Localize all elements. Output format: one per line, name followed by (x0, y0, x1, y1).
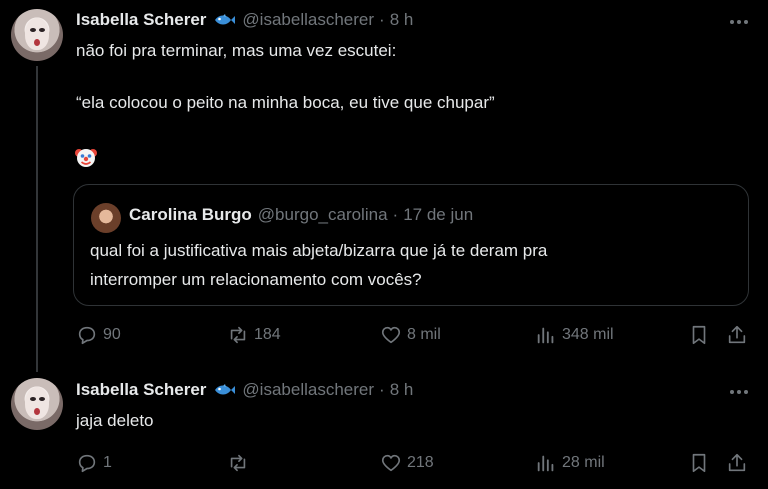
bookmark-icon (692, 453, 706, 473)
retweet-button[interactable] (227, 452, 254, 474)
quote-text-line: interromper um relacionamento com vocês? (90, 270, 422, 289)
bookmark-button[interactable] (688, 324, 710, 346)
avatar[interactable] (11, 378, 63, 430)
heart-icon (381, 326, 401, 344)
avatar-eye (39, 397, 45, 401)
bookmark-icon (692, 325, 706, 345)
bookmark-button[interactable] (688, 452, 710, 474)
tweet-header: Isabella Scherer @isabellascherer · 8 h (76, 380, 413, 400)
reply-icon (78, 454, 96, 473)
view-count: 28 mil (562, 454, 605, 471)
more-icon[interactable] (728, 382, 750, 402)
tweet-text-line: “ela colocou o peito na minha boca, eu t… (76, 93, 495, 112)
retweet-icon (230, 454, 246, 472)
tweet[interactable]: Isabella Scherer @isabellascherer · 8 h … (0, 370, 768, 489)
author-handle[interactable]: @isabellascherer (242, 10, 374, 30)
thread-line (36, 66, 38, 372)
share-icon (728, 325, 746, 344)
quote-timestamp: 17 de jun (403, 205, 474, 224)
like-count: 8 mil (407, 326, 441, 343)
tweet-text-line: jaja deleto (76, 411, 154, 430)
retweet-button[interactable]: 184 (227, 324, 281, 346)
retweet-icon (230, 326, 246, 344)
quote-author-name: Carolina Burgo (129, 205, 252, 224)
separator: · (392, 205, 399, 224)
separator: · (379, 10, 385, 29)
quote-author-handle: @burgo_carolina (257, 205, 388, 224)
avatar[interactable] (11, 9, 63, 61)
fish-icon (215, 14, 236, 25)
bar-chart-icon (537, 455, 554, 472)
tweet-header: Isabella Scherer @isabellascherer · 8 h (76, 10, 413, 30)
views-button[interactable]: 348 mil (535, 324, 614, 346)
clown-face-icon (75, 149, 97, 167)
author-name[interactable]: Isabella Scherer (76, 380, 206, 400)
reply-count: 90 (103, 326, 121, 343)
views-button[interactable]: 28 mil (535, 452, 605, 474)
timestamp[interactable]: 8 h (390, 10, 414, 30)
tweet-text-line: não foi pra terminar, mas uma vez escute… (76, 41, 397, 60)
share-icon (728, 453, 746, 472)
heart-icon (381, 454, 401, 472)
like-button[interactable]: 8 mil (380, 324, 441, 346)
bar-chart-icon (537, 327, 554, 344)
retweet-count: 184 (254, 326, 281, 343)
tweet-actions: 90 184 8 mil 348 mil (76, 324, 752, 348)
avatar-eye (30, 28, 36, 32)
author-handle[interactable]: @isabellascherer (242, 380, 374, 400)
reply-count: 1 (103, 454, 112, 471)
reply-icon (78, 326, 96, 345)
tweet-actions: 1 218 28 mil (76, 452, 752, 476)
timestamp[interactable]: 8 h (390, 380, 414, 400)
avatar-eye (30, 397, 36, 401)
share-button[interactable] (726, 324, 748, 346)
separator: · (379, 380, 385, 399)
quote-avatar[interactable] (91, 203, 121, 233)
like-button[interactable]: 218 (380, 452, 434, 474)
reply-button[interactable]: 90 (76, 324, 121, 346)
more-icon[interactable] (728, 12, 750, 32)
tweet[interactable]: Isabella Scherer @isabellascherer · 8 h … (0, 0, 768, 372)
avatar-mouth (34, 39, 40, 46)
author-name[interactable]: Isabella Scherer (76, 10, 206, 30)
quote-header: Carolina Burgo @burgo_carolina · 17 de j… (129, 205, 473, 225)
like-count: 218 (407, 454, 434, 471)
fish-icon (215, 384, 236, 395)
avatar-eye (39, 28, 45, 32)
quote-text-line: qual foi a justificativa mais abjeta/biz… (90, 241, 548, 260)
share-button[interactable] (726, 452, 748, 474)
view-count: 348 mil (562, 326, 614, 343)
quoted-tweet[interactable]: Carolina Burgo @burgo_carolina · 17 de j… (73, 184, 749, 306)
avatar-mouth (34, 408, 40, 415)
reply-button[interactable]: 1 (76, 452, 112, 474)
